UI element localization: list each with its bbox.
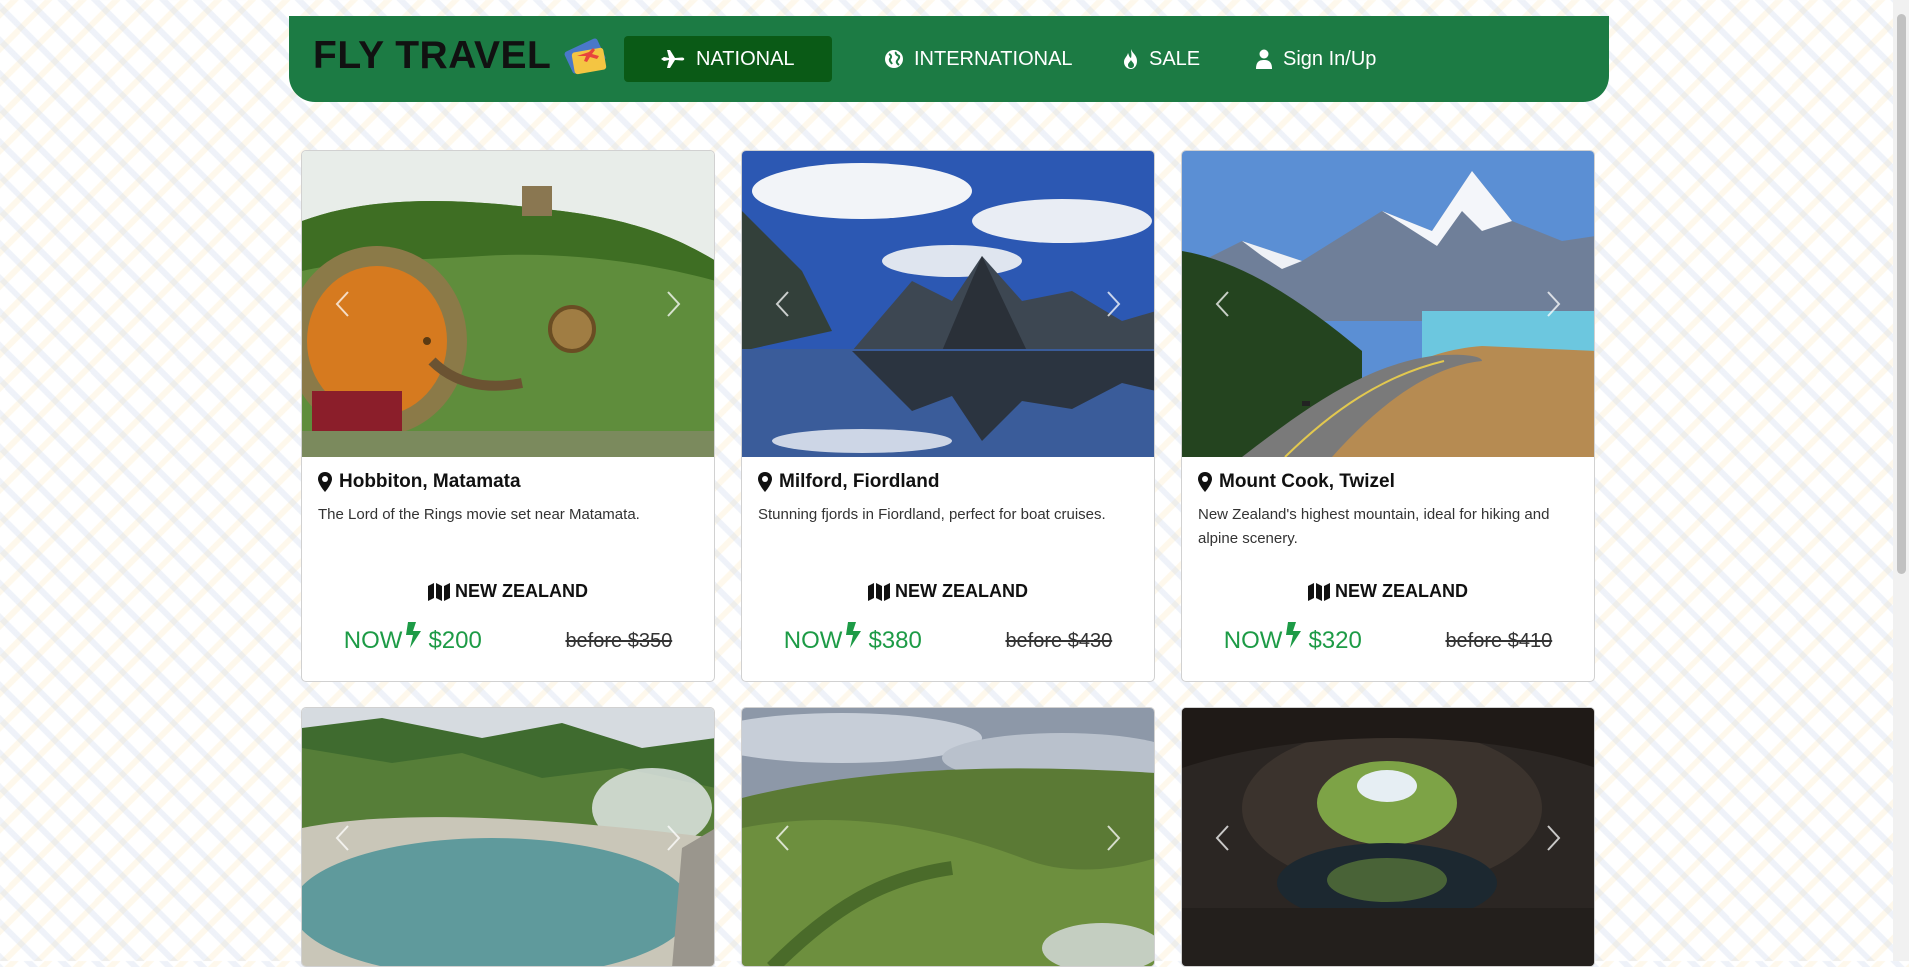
- carousel-prev-button[interactable]: [1192, 151, 1252, 457]
- brand[interactable]: FLY TRAVEL: [313, 34, 611, 78]
- map-marker-icon: [758, 472, 772, 492]
- user-icon: [1256, 49, 1272, 69]
- price-row: NOW $200 before $350: [302, 622, 714, 655]
- price-row: NOW $380 before $430: [742, 622, 1154, 655]
- chevron-right-icon: [667, 825, 681, 851]
- globe-icon: [885, 50, 903, 68]
- carousel-next-button[interactable]: [1524, 151, 1584, 457]
- destination-card[interactable]: Hobbiton, Matamata The Lord of the Rings…: [301, 150, 715, 682]
- map-icon: [868, 582, 890, 601]
- chevron-left-icon: [775, 291, 789, 317]
- price-now: NOW $200: [343, 622, 482, 655]
- map-icon: [1308, 582, 1330, 601]
- ticket-plane-icon: [564, 38, 607, 75]
- card-title: Hobbiton, Matamata: [318, 471, 698, 493]
- chevron-left-icon: [1215, 825, 1229, 851]
- carousel-image: [1182, 151, 1594, 457]
- card-title-text: Mount Cook, Twizel: [1219, 471, 1395, 492]
- carousel-prev-button[interactable]: [1192, 708, 1252, 966]
- carousel-image: [302, 708, 714, 966]
- card-description: The Lord of the Rings movie set near Mat…: [318, 506, 640, 523]
- price-before: before $430: [1005, 629, 1113, 652]
- price-row: NOW $320 before $410: [1182, 622, 1594, 655]
- chevron-right-icon: [1547, 291, 1561, 317]
- destination-card[interactable]: [1181, 707, 1595, 967]
- card-body: Milford, Fiordland Stunning fjords in Fi…: [742, 457, 1154, 681]
- carousel-image: [742, 151, 1154, 457]
- card-title-text: Hobbiton, Matamata: [339, 471, 521, 492]
- map-icon: [428, 582, 450, 601]
- carousel-next-button[interactable]: [644, 708, 704, 966]
- card-description: New Zealand's highest mountain, ideal fo…: [1198, 506, 1550, 547]
- card-title: Milford, Fiordland: [758, 471, 1138, 493]
- nav-international[interactable]: INTERNATIONAL: [884, 36, 1073, 82]
- carousel-next-button[interactable]: [1524, 708, 1584, 966]
- nav-sale-label: SALE: [1149, 47, 1201, 70]
- price-now: NOW $320: [1223, 622, 1362, 655]
- card-title-text: Milford, Fiordland: [779, 471, 940, 492]
- now-price: $200: [428, 627, 482, 654]
- brand-name[interactable]: FLY TRAVEL: [313, 34, 551, 78]
- carousel-next-button[interactable]: [1084, 151, 1144, 457]
- lightning-icon: [406, 622, 422, 648]
- nav-signin-label: Sign In/Up: [1283, 47, 1377, 70]
- carousel-prev-button[interactable]: [752, 151, 812, 457]
- carousel-image: [302, 151, 714, 457]
- carousel-image: [1182, 708, 1594, 966]
- card-country: NEW ZEALAND: [742, 581, 1154, 602]
- card-country-text: NEW ZEALAND: [455, 581, 588, 601]
- destination-card[interactable]: Mount Cook, Twizel New Zealand's highest…: [1181, 150, 1595, 682]
- chevron-right-icon: [667, 291, 681, 317]
- scrollbar-thumb[interactable]: [1897, 14, 1906, 574]
- card-description: Stunning fjords in Fiordland, perfect fo…: [758, 506, 1106, 523]
- nav-national-label: NATIONAL: [696, 47, 795, 70]
- card-country: NEW ZEALAND: [1182, 581, 1594, 602]
- destination-card[interactable]: [301, 707, 715, 967]
- chevron-left-icon: [335, 825, 349, 851]
- destination-card[interactable]: [741, 707, 1155, 967]
- carousel-next-button[interactable]: [1084, 708, 1144, 966]
- chevron-right-icon: [1107, 291, 1121, 317]
- price-before: before $350: [565, 629, 673, 652]
- carousel-prev-button[interactable]: [752, 708, 812, 966]
- now-label: NOW: [1223, 627, 1283, 654]
- card-body: Mount Cook, Twizel New Zealand's highest…: [1182, 457, 1594, 681]
- nav-sale[interactable]: SALE: [1123, 36, 1200, 82]
- carousel-prev-button[interactable]: [312, 708, 372, 966]
- nav-international-label: INTERNATIONAL: [914, 47, 1073, 70]
- airplane-icon: [661, 50, 685, 68]
- chevron-left-icon: [1215, 291, 1229, 317]
- card-body: Hobbiton, Matamata The Lord of the Rings…: [302, 457, 714, 681]
- map-marker-icon: [318, 472, 332, 492]
- card-country-text: NEW ZEALAND: [895, 581, 1028, 601]
- map-marker-icon: [1198, 472, 1212, 492]
- lightning-icon: [846, 622, 862, 648]
- now-price: $320: [1308, 627, 1362, 654]
- nav-national[interactable]: NATIONAL: [624, 36, 832, 82]
- card-country-text: NEW ZEALAND: [1335, 581, 1468, 601]
- carousel-prev-button[interactable]: [312, 151, 372, 457]
- now-price: $380: [868, 627, 922, 654]
- lightning-icon: [1286, 622, 1302, 648]
- page-scrollbar[interactable]: [1893, 0, 1909, 961]
- price-now: NOW $380: [783, 622, 922, 655]
- now-label: NOW: [343, 627, 403, 654]
- carousel-next-button[interactable]: [644, 151, 704, 457]
- nav-signin[interactable]: Sign In/Up: [1255, 36, 1376, 82]
- top-navbar: FLY TRAVEL NATIONAL INTERNATIONAL SALE S…: [289, 16, 1609, 102]
- fire-icon: [1124, 49, 1137, 69]
- now-label: NOW: [783, 627, 843, 654]
- chevron-right-icon: [1547, 825, 1561, 851]
- chevron-left-icon: [775, 825, 789, 851]
- carousel-image: [742, 708, 1154, 966]
- destination-card[interactable]: Milford, Fiordland Stunning fjords in Fi…: [741, 150, 1155, 682]
- card-title: Mount Cook, Twizel: [1198, 471, 1578, 493]
- card-country: NEW ZEALAND: [302, 581, 714, 602]
- price-before: before $410: [1445, 629, 1553, 652]
- chevron-left-icon: [335, 291, 349, 317]
- chevron-right-icon: [1107, 825, 1121, 851]
